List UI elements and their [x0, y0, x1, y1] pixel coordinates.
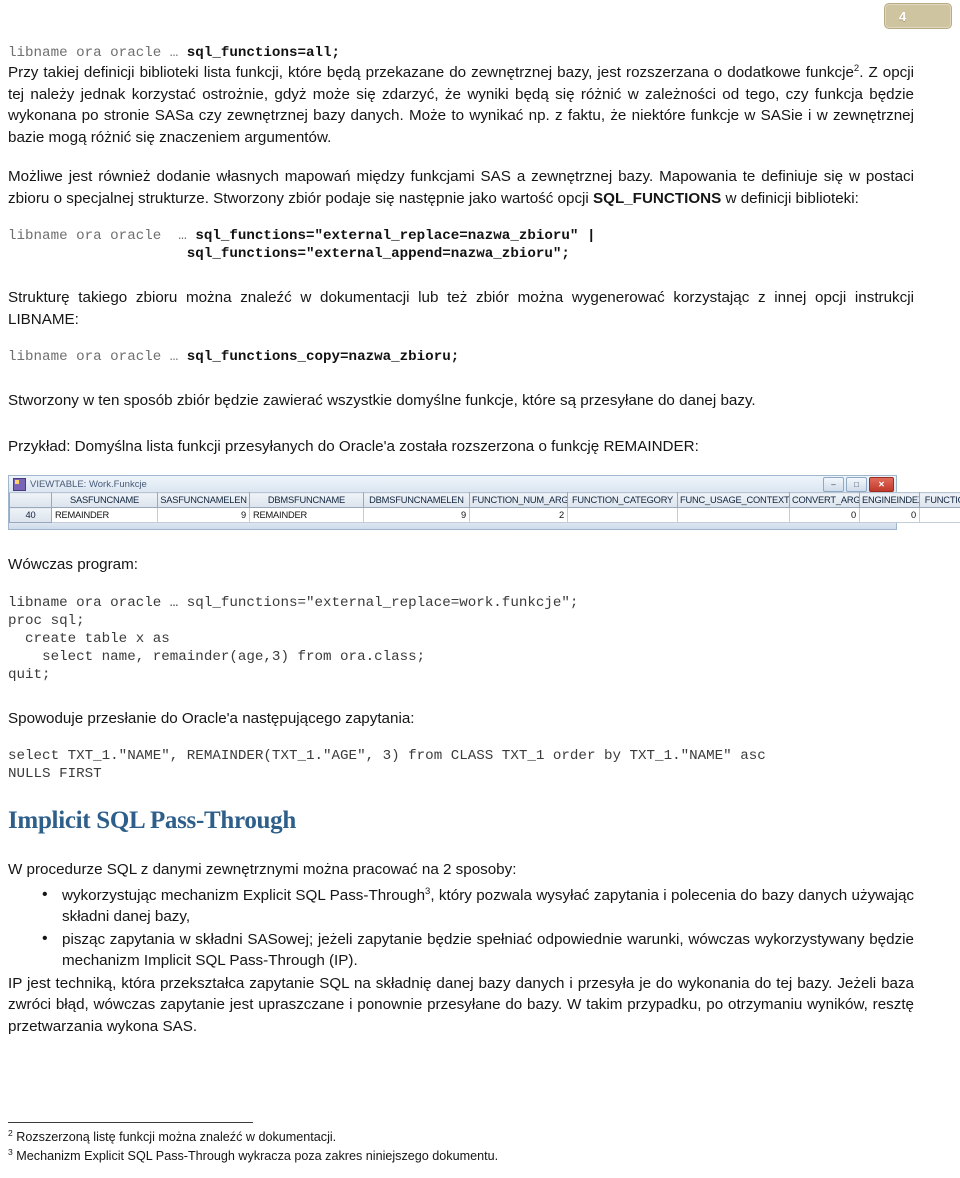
column-header-dbmsfuncnamelen[interactable]: DBMSFUNCNAMELEN: [363, 492, 470, 508]
footnote-text: Mechanizm Explicit SQL Pass-Through wykr…: [12, 1149, 499, 1163]
column-header-sasfuncname[interactable]: SASFUNCNAME: [51, 492, 158, 508]
code-emphasis: sql_functions_copy=nazwa_zbioru;: [186, 349, 460, 365]
section-heading-implicit-sql-pass-through: Implicit SQL Pass-Through: [8, 807, 296, 834]
cell-func-usage-context[interactable]: [677, 507, 790, 523]
viewtable-grid: SASFUNCNAME SASFUNCNAMELEN DBMSFUNCNAME …: [9, 492, 960, 523]
paragraph-text: Wówczas program:: [8, 556, 138, 573]
table-icon: [13, 477, 26, 491]
code-line-5: quit;: [8, 666, 51, 683]
cell-function-category[interactable]: [567, 507, 678, 523]
cell-convert-args[interactable]: 0: [789, 507, 860, 523]
paragraph-text: W procedurze SQL z danymi zewnętrznymi m…: [8, 861, 517, 878]
document-page: 4 libname ora oracle … sql_functions=all…: [0, 0, 960, 1178]
code-block-proc-sql-example: libname ora oracle … sql_functions="exte…: [8, 594, 914, 684]
footnote-3: 3 Mechanizm Explicit SQL Pass-Through wy…: [8, 1148, 914, 1165]
page-number: 4: [899, 8, 907, 24]
paragraph-sql-functions-all: Przy takiej definicji biblioteki lista f…: [8, 62, 914, 148]
paragraph-text: Strukturę takiego zbioru można znaleźć w…: [8, 289, 914, 328]
column-header-function-category[interactable]: FUNCTION_CATEGORY: [567, 492, 678, 508]
code-line-2: proc sql;: [8, 612, 85, 629]
code-prefix: libname ora oracle …: [8, 349, 187, 365]
cell-sasfuncnamelen[interactable]: 9: [157, 507, 250, 523]
code-emphasis-line1: sql_functions="external_replace=nazwa_zb…: [195, 228, 596, 244]
bullet-text-a: wykorzystując mechanizm Explicit SQL Pas…: [62, 886, 426, 904]
close-button[interactable]: ✕: [869, 477, 894, 492]
paragraph-text: Przykład: Domyślna lista funkcji przesył…: [8, 437, 699, 455]
code-emphasis-line2: sql_functions="external_append=nazwa_zbi…: [186, 246, 570, 262]
code-block-oracle-query: select TXT_1."NAME", REMAINDER(TXT_1."AG…: [8, 747, 914, 783]
paragraph-text: Stworzony w ten sposób zbiór będzie zawi…: [8, 392, 756, 409]
footnote-separator: [8, 1122, 253, 1123]
maximize-icon: □: [854, 479, 859, 489]
minimize-button[interactable]: –: [823, 477, 844, 492]
viewtable-title: VIEWTABLE: Work.Funkcje: [30, 478, 147, 490]
table-row[interactable]: 40 REMAINDER 9 REMAINDER 9 2 0 0: [9, 507, 960, 523]
paragraph-two-ways: W procedurze SQL z danymi zewnętrznymi m…: [8, 859, 914, 881]
page-number-badge: 4: [884, 3, 952, 29]
paragraph-example-remainder: Przykład: Domyślna lista funkcji przesył…: [8, 436, 914, 458]
paragraph-default-functions: Stworzony w ten sposób zbiór będzie zawi…: [8, 390, 914, 412]
viewtable-header-row: SASFUNCNAME SASFUNCNAMELEN DBMSFUNCNAME …: [9, 492, 960, 508]
cell-dbmsfuncnamelen[interactable]: 9: [363, 507, 470, 523]
paragraph-text: IP jest techniką, która przekształca zap…: [8, 974, 914, 1035]
cell-engineindex[interactable]: 0: [859, 507, 920, 523]
window-controls: – □ ✕: [823, 477, 894, 492]
viewtable-window-screenshot: VIEWTABLE: Work.Funkcje – □ ✕ SASFUNCNAM…: [8, 475, 960, 530]
column-header-function-num-args[interactable]: FUNCTION_NUM_ARGS: [469, 492, 568, 508]
footnote-text: Rozszerzoną listę funkcji można znaleźć …: [12, 1130, 337, 1144]
paragraph-text-b: w definicji biblioteki:: [721, 189, 859, 207]
code-line-3: create table x as: [8, 630, 170, 647]
list-item: wykorzystując mechanizm Explicit SQL Pas…: [42, 884, 914, 928]
paragraph-generated-query: Spowoduje przesłanie do Oracle'a następu…: [8, 708, 914, 730]
code-line-2: NULLS FIRST: [8, 766, 102, 782]
code-line-1: select TXT_1."NAME", REMAINDER(TXT_1."AG…: [8, 748, 766, 764]
cell-sasfuncname[interactable]: REMAINDER: [51, 507, 158, 523]
row-number: 40: [9, 507, 52, 523]
paragraph-then-program: Wówczas program:: [8, 554, 914, 576]
column-header-rownum[interactable]: [9, 492, 52, 508]
code-block-external-replace-append: libname ora oracle … sql_functions="exte…: [8, 227, 914, 263]
code-block-libname-all: libname ora oracle … sql_functions=all;: [8, 44, 914, 62]
list-item: pisząc zapytania w składni SASowej; jeże…: [42, 928, 914, 972]
bullet-text-a: pisząc zapytania w składni SASowej; jeże…: [62, 930, 914, 970]
bullet-list-sql-methods: wykorzystując mechanizm Explicit SQL Pas…: [8, 884, 914, 972]
close-icon: ✕: [878, 479, 885, 489]
cell-dbmsfuncname[interactable]: REMAINDER: [249, 507, 364, 523]
column-header-dbmsfuncname[interactable]: DBMSFUNCNAME: [249, 492, 364, 508]
cell-function-num-args[interactable]: 2: [469, 507, 568, 523]
column-header-sasfuncnamelen[interactable]: SASFUNCNAMELEN: [157, 492, 250, 508]
paragraph-structure-libname: Strukturę takiego zbioru można znaleźć w…: [8, 287, 914, 330]
code-line-1: libname ora oracle … sql_functions="exte…: [8, 594, 579, 611]
viewtable-bottom-strip: [9, 523, 896, 529]
paragraph-ip-technique: IP jest techniką, która przekształca zap…: [8, 973, 914, 1038]
footnote-2: 2 Rozszerzoną listę funkcji można znaleź…: [8, 1129, 914, 1146]
code-prefix: libname ora oracle …: [8, 45, 187, 61]
footnote-area: 2 Rozszerzoną listę funkcji można znaleź…: [8, 1122, 914, 1167]
viewtable-titlebar: VIEWTABLE: Work.Funkcje – □ ✕: [9, 476, 896, 492]
paragraph-custom-mappings: Możliwe jest również dodanie własnych ma…: [8, 166, 914, 209]
footnote-list: 2 Rozszerzoną listę funkcji można znaleź…: [8, 1129, 914, 1165]
column-header-function[interactable]: FUNCTION_: [919, 492, 960, 508]
code-block-sql-functions-copy: libname ora oracle … sql_functions_copy=…: [8, 348, 914, 366]
option-name-sql-functions: SQL_FUNCTIONS: [593, 189, 722, 207]
code-emphasis: sql_functions=all;: [186, 45, 341, 61]
code-prefix: libname ora oracle …: [8, 228, 196, 244]
column-header-engineindex[interactable]: ENGINEINDEX: [859, 492, 920, 508]
minimize-icon: –: [831, 479, 836, 489]
code-line-4: select name, remainder(age,3) from ora.c…: [8, 648, 426, 665]
paragraph-text-a: Przy takiej definicji biblioteki lista f…: [8, 64, 854, 81]
column-header-func-usage-context[interactable]: FUNC_USAGE_CONTEXT: [677, 492, 790, 508]
cell-function[interactable]: [919, 507, 960, 523]
paragraph-text: Spowoduje przesłanie do Oracle'a następu…: [8, 709, 415, 727]
maximize-button[interactable]: □: [846, 477, 867, 492]
page-content: libname ora oracle … sql_functions=all; …: [8, 44, 960, 1038]
column-header-convert-args[interactable]: CONVERT_ARGS: [789, 492, 860, 508]
